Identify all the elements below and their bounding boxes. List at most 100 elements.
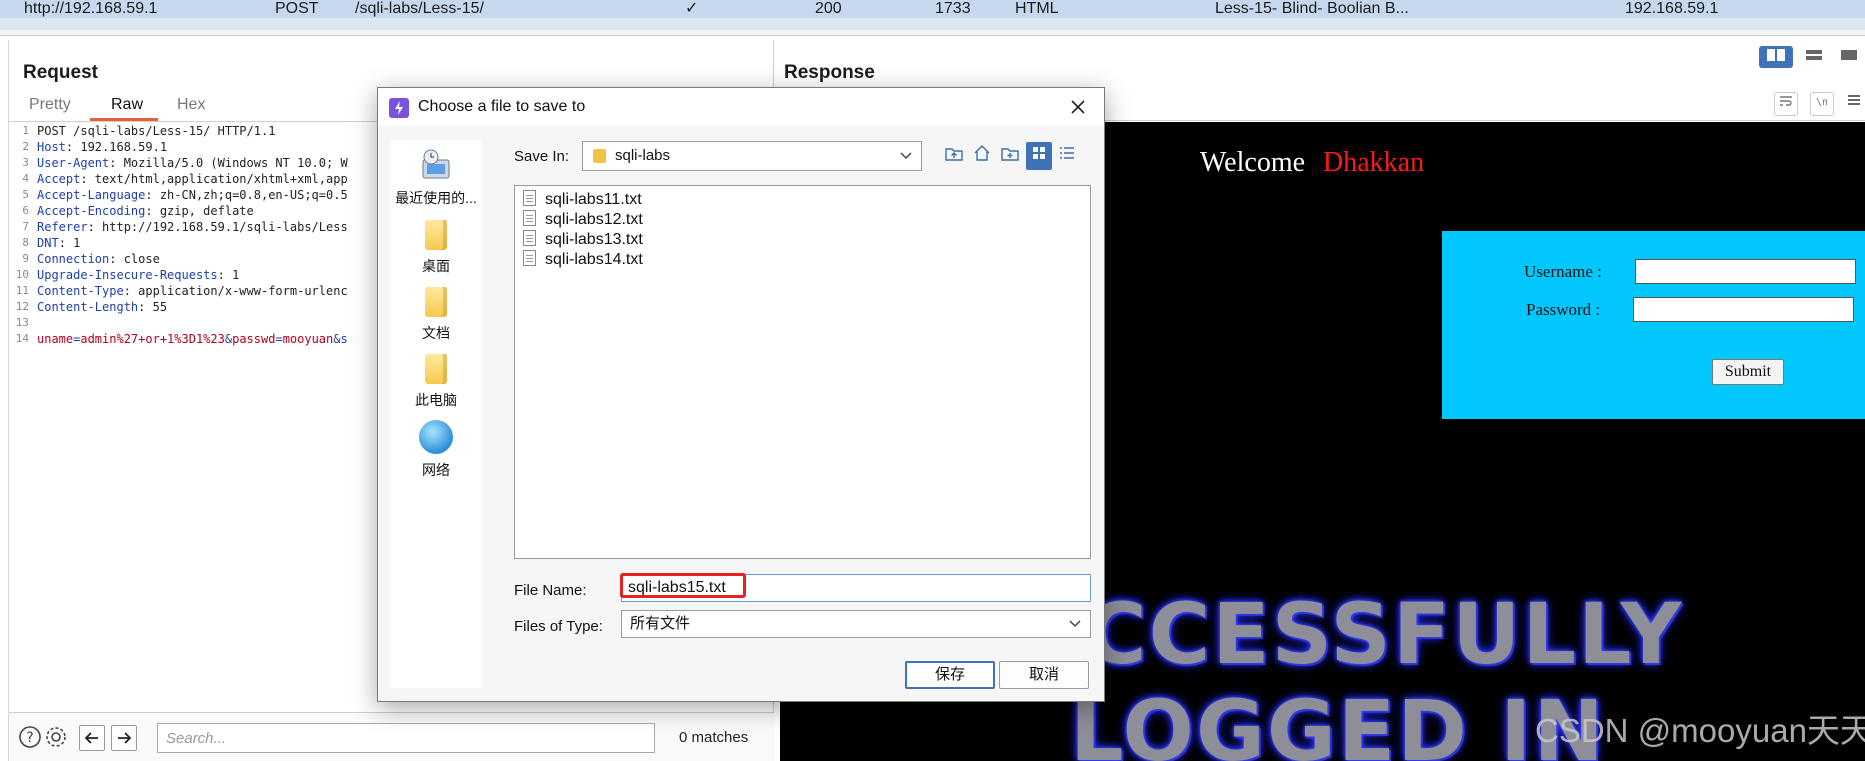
line-number: 10 [15,268,29,281]
layout-stacked-icon[interactable] [1797,46,1831,68]
place-documents[interactable]: 文档 [390,287,482,343]
close-icon[interactable] [1064,94,1092,120]
header-value: : application/x-www-form-urlenc [123,284,348,298]
header-key: Connection [37,252,110,266]
history-length: 1733 [935,0,971,17]
tab-raw[interactable]: Raw [111,96,143,114]
list-item[interactable]: sqli-labs11.txt [523,189,642,211]
help-icon[interactable]: ? [17,725,43,751]
dialog-titlebar[interactable]: Choose a file to save to [378,88,1104,126]
header-key: Content-Type [37,284,124,298]
request-title: Request [23,62,98,83]
header-key: Host [37,140,66,154]
submit-button[interactable]: Submit [1712,359,1784,385]
place-label: 文档 [422,325,450,341]
text-file-icon [523,250,536,266]
file-name: sqli-labs14.txt [545,251,643,268]
welcome-heading: Welcome Dhakkan [1200,147,1424,179]
save-in-label: Save In: [514,148,570,165]
header-key: DNT [37,236,59,250]
header-value: : 55 [138,300,168,314]
history-row-selected[interactable]: http://192.168.59.1 POST /sqli-labs/Less… [0,0,1865,18]
pane-splitter[interactable] [0,30,1865,36]
place-recent[interactable]: 最近使用的... [390,148,482,208]
request-search-bar: ? Search... 0 matches [9,712,775,761]
up-one-level-icon[interactable] [941,142,967,170]
param-key: uname [37,332,74,346]
success-banner-line2: LOGGED IN [1070,682,1606,761]
details-view-icon[interactable] [1054,142,1080,170]
list-item[interactable]: sqli-labs13.txt [523,229,643,251]
place-network[interactable]: 网络 [390,420,482,480]
header-value: : Mozilla/5.0 (Windows NT 10.0; W [109,156,348,170]
header-value: : 192.168.59.1 [65,140,168,154]
search-input[interactable]: Search... [157,723,655,753]
param-tail: &s [333,332,348,346]
file-name-label: File Name: [514,582,587,599]
welcome-text: Welcome [1200,147,1306,178]
header-key: Content-Length [37,300,139,314]
password-input[interactable] [1633,297,1854,322]
list-view-icon[interactable] [1026,142,1052,170]
header-value: : zh-CN,zh;q=0.8,en-US;q=0.5 [145,188,348,202]
response-title: Response [784,62,875,83]
history-row-next[interactable] [0,18,1865,30]
tab-hex[interactable]: Hex [177,96,205,114]
header-key: Referer [37,220,88,234]
save-file-dialog: Choose a file to save to 最近使用的... 桌面 文档 … [377,87,1105,702]
header-value: : 1 [58,236,81,250]
layout-side-by-side-icon[interactable] [1759,46,1793,68]
line-number: 3 [22,156,29,169]
param-value: mooyuan [282,332,334,346]
cancel-button[interactable]: 取消 [999,661,1089,689]
header-key: Accept-Language [37,188,146,202]
settings-gear-icon[interactable] [43,725,69,751]
history-mime: HTML [1015,0,1059,17]
line-number: 4 [22,172,29,185]
show-newlines-icon[interactable]: \n [1810,92,1834,116]
list-item[interactable]: sqli-labs12.txt [523,209,643,231]
folder-icon [593,149,606,163]
file-type-value: 所有文件 [630,615,691,632]
header-value: : close [109,252,160,266]
file-type-dropdown[interactable]: 所有文件 [621,610,1091,638]
save-button[interactable]: 保存 [905,661,995,689]
history-method: POST [275,0,319,17]
file-name: sqli-labs12.txt [545,211,643,228]
home-icon[interactable] [969,142,995,170]
history-status: 200 [815,0,842,17]
place-this-pc[interactable]: 此电脑 [390,354,482,410]
header-key: Accept-Encoding [37,204,146,218]
dialog-title: Choose a file to save to [418,98,586,115]
tab-pretty[interactable]: Pretty [29,96,71,114]
list-item[interactable]: sqli-labs14.txt [523,249,643,271]
line-number: 2 [22,140,29,153]
layout-single-icon[interactable] [1832,46,1865,68]
menu-icon[interactable] [1842,92,1865,116]
recent-items-icon [417,148,455,182]
password-label: Password : [1526,300,1601,319]
place-desktop[interactable]: 桌面 [390,220,482,276]
file-name: sqli-labs13.txt [545,231,643,248]
new-folder-icon[interactable] [997,142,1023,170]
chevron-down-icon [1068,611,1082,645]
file-type-label: Files of Type: [514,618,603,635]
arrow-left-icon[interactable] [79,725,105,751]
match-count: 0 matches [679,729,749,746]
folder-icon [425,287,447,317]
request-line-text: POST /sqli-labs/Less-15/ HTTP/1.1 [37,124,276,138]
svg-text:\n: \n [1816,97,1828,108]
save-in-dropdown[interactable]: sqli-labs [582,141,922,171]
line-number: 12 [15,300,29,313]
arrow-right-icon[interactable] [111,725,137,751]
network-globe-icon [419,420,453,454]
wrap-lines-icon[interactable] [1774,92,1798,116]
history-ip: 192.168.59.1 [1625,0,1719,17]
line-number: 6 [22,204,29,217]
success-banner-line1: CCESSFULLY [1085,585,1684,683]
username-input[interactable] [1635,259,1856,284]
welcome-name: Dhakkan [1323,147,1425,178]
history-params-check-icon: ✓ [685,0,699,17]
header-value: : gzip, deflate [145,204,254,218]
file-list[interactable]: sqli-labs11.txt sqli-labs12.txt sqli-lab… [514,185,1091,559]
